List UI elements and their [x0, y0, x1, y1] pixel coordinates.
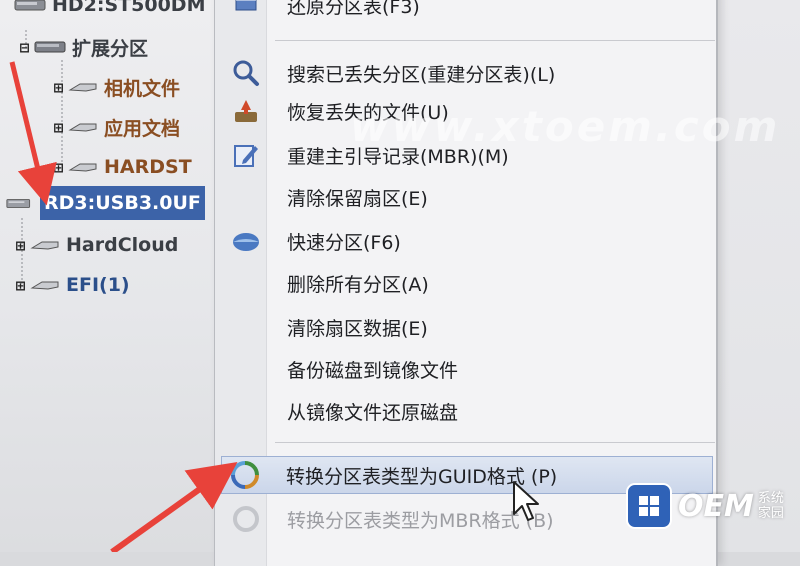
tree-item-hd2[interactable]: HD2:ST500DM	[14, 0, 205, 20]
menu-item-search-lost-partitions[interactable]: 搜索已丢失分区(重建分区表)(L)	[223, 54, 711, 92]
tree-item-label: HD2:ST500DM	[52, 0, 206, 16]
recover-files-icon	[235, 100, 257, 122]
menu-item-clear-sector-data[interactable]: 清除扇区数据(E)	[223, 308, 711, 346]
menu-item-recover-lost-files[interactable]: 恢复丢失的文件(U)	[223, 92, 711, 130]
tree-item-hardst[interactable]: ⊞ HARDST	[52, 152, 192, 182]
menu-item-rebuild-mbr[interactable]: 重建主引导记录(MBR)(M)	[223, 136, 711, 174]
menu-item-label: 删除所有分区(A)	[287, 273, 429, 296]
tree-item-app-documents[interactable]: ⊞ 应用文档	[52, 112, 180, 142]
search-icon	[233, 60, 259, 86]
partition-icon	[68, 163, 97, 172]
edit-mbr-icon	[234, 145, 258, 167]
windows-logo-icon	[626, 483, 672, 529]
expand-toggle-icon[interactable]: ⊞	[52, 159, 65, 175]
tree-item-label: 应用文档	[104, 117, 181, 140]
menu-item-label: 快速分区(F6)	[287, 231, 401, 254]
expand-toggle-icon[interactable]: ⊞	[14, 277, 27, 293]
menu-separator	[275, 442, 715, 443]
disk-drive-icon	[14, 0, 46, 11]
expand-toggle-icon[interactable]: ⊞	[14, 237, 27, 253]
menu-item-label: 恢复丢失的文件(U)	[287, 101, 449, 124]
logo-sub-line1: 系统	[757, 491, 784, 506]
usb-disk-icon	[6, 199, 31, 208]
tree-item-hardcloud[interactable]: ⊞ HardCloud	[14, 230, 179, 260]
tree-item-label: 相机文件	[104, 77, 181, 100]
menu-item-label: 清除保留扇区(E)	[287, 187, 428, 210]
tree-item-extended-partition[interactable]: ⊟ 扩展分区	[18, 32, 148, 62]
menu-item-quick-partition[interactable]: 快速分区(F6)	[223, 222, 711, 260]
mouse-cursor-icon	[513, 481, 539, 521]
tree-item-label: 扩展分区	[72, 37, 149, 60]
tree-item-label: EFI(1)	[66, 274, 130, 296]
expand-toggle-icon[interactable]: ⊞	[52, 119, 65, 135]
restore-table-icon	[235, 0, 257, 11]
partition-icon	[30, 281, 59, 290]
convert-disabled-icon	[233, 506, 259, 532]
expand-toggle-icon[interactable]: ⊞	[52, 79, 65, 95]
menu-item-label: 还原分区表(F3)	[287, 0, 420, 18]
partition-icon	[68, 123, 97, 132]
menu-item-restore-partition-table[interactable]: 还原分区表(F3)	[223, 0, 711, 24]
menu-item-restore-disk-from-image[interactable]: 从镜像文件还原磁盘	[223, 392, 711, 430]
menu-item-label: 重建主引导记录(MBR)(M)	[287, 145, 509, 168]
logo-subtitle: 系统 家园	[758, 491, 784, 521]
partition-tree-panel: HD2:ST500DM ⊟ 扩展分区 ⊞ 相机文件 ⊞ 应用文档 ⊞ HARDS…	[0, 0, 232, 552]
partition-icon	[30, 241, 59, 250]
tree-item-efi[interactable]: ⊞ EFI(1)	[14, 270, 130, 300]
logo-sub-line2: 家园	[757, 506, 784, 521]
menu-item-label: 从镜像文件还原磁盘	[287, 401, 459, 424]
tree-item-camera-files[interactable]: ⊞ 相机文件	[52, 72, 180, 102]
tree-item-label: HARDST	[104, 156, 192, 178]
menu-separator	[275, 40, 715, 41]
convert-icon	[231, 461, 259, 489]
tree-item-label-selected: RD3:USB3.0UF	[40, 186, 205, 220]
menu-item-label: 备份磁盘到镜像文件	[287, 359, 459, 382]
tree-item-label: HardCloud	[66, 234, 179, 256]
logo-main-text: OEM	[678, 488, 754, 524]
collapse-toggle-icon[interactable]: ⊟	[18, 39, 31, 55]
menu-item-clear-reserved-sectors[interactable]: 清除保留扇区(E)	[223, 178, 711, 216]
quick-partition-icon	[233, 233, 259, 251]
partition-icon	[68, 83, 97, 92]
tree-item-rd3-usb[interactable]: RD3:USB3.0UF	[6, 186, 205, 220]
menu-item-backup-disk-to-image[interactable]: 备份磁盘到镜像文件	[223, 350, 711, 388]
menu-item-delete-all-partitions[interactable]: 删除所有分区(A)	[223, 264, 711, 302]
partition-group-icon	[34, 41, 66, 53]
background-panel	[716, 0, 800, 552]
oem-logo: OEM 系统 家园	[626, 480, 796, 532]
menu-item-label: 清除扇区数据(E)	[287, 317, 428, 340]
menu-item-label: 搜索已丢失分区(重建分区表)(L)	[287, 63, 556, 86]
